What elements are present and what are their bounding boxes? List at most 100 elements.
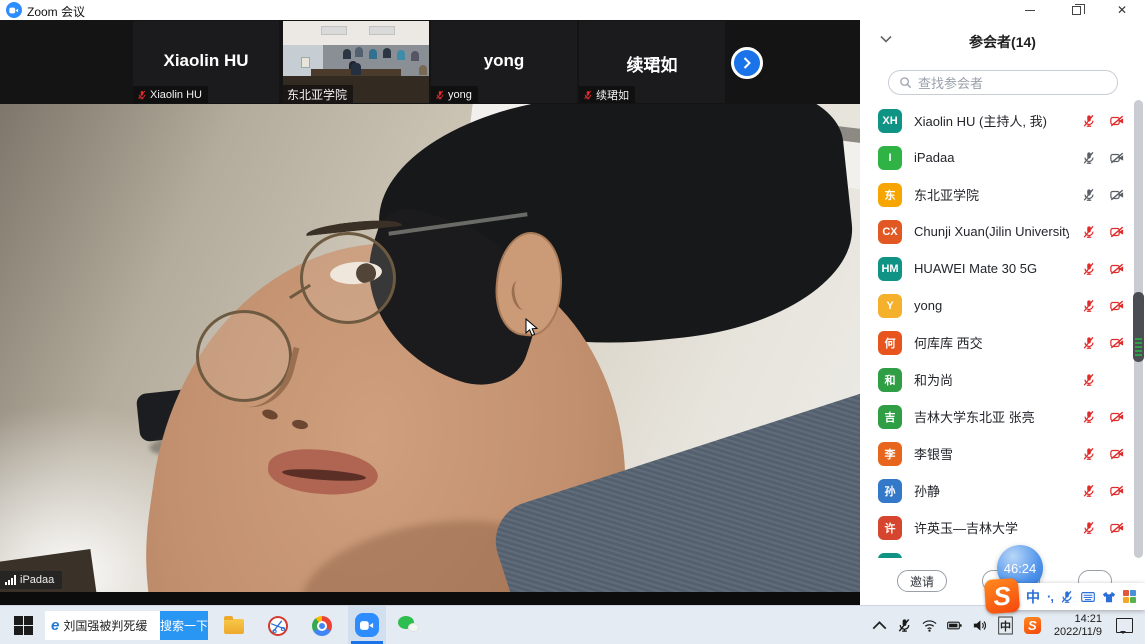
camera-status-icon <box>1109 150 1125 166</box>
tray-sogou-icon[interactable]: S <box>1024 617 1041 634</box>
participant-name: Xiaolin HU (主持人, 我) <box>914 111 1069 130</box>
ime-keyboard-icon[interactable] <box>1081 590 1095 604</box>
participant-name: 何库库 西交 <box>914 333 1069 352</box>
participant-row[interactable]: XH Xiaolin HU (主持人, 我) <box>860 102 1145 139</box>
taskbar-search-box[interactable]: e 刘国强被判死缓 搜索一下 <box>45 611 208 640</box>
restore-button[interactable] <box>1053 0 1099 20</box>
mic-muted-icon <box>137 89 147 101</box>
snipping-tool-icon[interactable] <box>266 614 290 638</box>
wall-frame <box>301 57 310 68</box>
video-letterbox <box>0 592 860 605</box>
search-placeholder: 查找参会者 <box>918 73 983 92</box>
close-button[interactable]: ✕ <box>1099 0 1145 20</box>
avatar: Y <box>878 294 902 318</box>
participant-name: 和为尚 <box>914 370 1069 389</box>
participant-row[interactable]: 吉 吉林大学东北亚 张亮 <box>860 398 1145 435</box>
presenter <box>351 63 361 75</box>
video-thumbnail-strip: Xiaolin HU Xiaolin HU 东北 <box>0 20 860 104</box>
avatar: HM <box>878 257 902 281</box>
avatar: 和 <box>878 368 902 392</box>
mic-status-icon <box>1081 520 1097 536</box>
start-button[interactable] <box>14 616 33 635</box>
avatar: I <box>878 146 902 170</box>
participant-row[interactable]: 许 许英玉—吉林大学 <box>860 509 1145 546</box>
tile-display-name: 续珺如 <box>579 51 725 76</box>
invite-button[interactable]: 邀请 <box>897 570 947 592</box>
mic-status-icon <box>1081 446 1097 462</box>
seated-person <box>355 47 363 57</box>
participant-row[interactable]: 东 东北亚学院 <box>860 176 1145 213</box>
seated-person <box>419 65 427 75</box>
mic-status-icon <box>1081 113 1097 129</box>
video-tile-xujunru[interactable]: 续珺如 续珺如 <box>579 21 725 103</box>
file-explorer-icon[interactable] <box>222 614 246 638</box>
main-video-feed: iPadaa <box>0 104 860 592</box>
zoom-app-icon <box>355 613 379 637</box>
tray-input-language[interactable]: 中 <box>998 617 1012 635</box>
sogou-ime-logo[interactable]: S <box>984 578 1020 614</box>
video-tile-xiaolin-hu[interactable]: Xiaolin HU Xiaolin HU <box>133 21 279 103</box>
mic-status-icon <box>1081 187 1097 203</box>
action-center-icon[interactable] <box>1116 618 1133 633</box>
clock-time: 14:21 <box>1054 613 1102 626</box>
ime-language-indicator[interactable]: 中 <box>1026 587 1040 607</box>
chrome-icon[interactable] <box>310 614 334 638</box>
avatar: 何 <box>878 331 902 355</box>
ime-skin-icon[interactable] <box>1102 590 1116 604</box>
tray-mic-icon[interactable] <box>897 618 912 633</box>
participant-row[interactable]: HM HUAWEI Mate 30 5G <box>860 250 1145 287</box>
tray-expand-icon[interactable] <box>872 618 887 633</box>
tray-battery-icon[interactable] <box>947 618 962 633</box>
ime-mic-icon[interactable] <box>1060 590 1074 604</box>
ime-toolbar[interactable]: 中 ·, <box>1008 583 1145 610</box>
tray-volume-icon[interactable] <box>972 618 987 633</box>
taskbar-clock[interactable]: 14:21 2022/11/9 <box>1054 613 1102 639</box>
tile-display-name: Xiaolin HU <box>133 51 279 71</box>
tile-display-name: yong <box>431 51 577 71</box>
ime-toolbox-icon[interactable] <box>1123 590 1136 603</box>
mic-status-icon <box>1081 409 1097 425</box>
participant-row[interactable]: I iPadaa <box>860 139 1145 176</box>
tile-name-label: Xiaolin HU <box>133 86 208 103</box>
minimize-button[interactable] <box>1007 0 1053 20</box>
ime-punctuation-icon[interactable]: ·, <box>1047 589 1053 604</box>
video-tile-classroom[interactable]: 东北亚学院 <box>283 21 429 103</box>
tile-name-label: yong <box>431 86 478 103</box>
ceiling-light <box>321 26 347 35</box>
avatar: CX <box>878 220 902 244</box>
clock-date: 2022/11/9 <box>1054 626 1102 639</box>
panel-scrollbar-thumb[interactable] <box>1133 292 1144 362</box>
participant-row[interactable]: 李 李银雪 <box>860 435 1145 472</box>
browser-e-icon: e <box>51 617 59 634</box>
participants-panel: 参会者(14) 查找参会者 XH Xiaolin HU (主持人, 我) I i… <box>860 20 1145 605</box>
zoom-taskbar-button[interactable] <box>348 606 386 644</box>
ceiling-light <box>369 26 395 35</box>
mic-muted-icon <box>583 89 593 101</box>
participant-name: 东北亚学院 <box>914 185 1069 204</box>
participant-list: XH Xiaolin HU (主持人, 我) I iPadaa 东 东北亚学院 … <box>860 102 1145 558</box>
camera-status-icon <box>1109 335 1125 351</box>
participant-row[interactable]: Y yong <box>860 287 1145 324</box>
search-icon <box>899 76 912 89</box>
seated-person <box>411 51 419 61</box>
wechat-icon[interactable] <box>397 614 421 638</box>
mic-status-icon <box>1081 335 1097 351</box>
participant-row[interactable]: CX Chunji Xuan(Jilin University) <box>860 213 1145 250</box>
next-page-button[interactable] <box>731 47 763 79</box>
zoom-app-window: Zoom 会议 ✕ Xiaolin HU Xiaolin HU <box>0 0 1145 644</box>
participant-row[interactable]: 何 何库库 西交 <box>860 324 1145 361</box>
search-participants-input[interactable]: 查找参会者 <box>888 70 1118 95</box>
panel-title: 参会者(14) <box>860 32 1145 52</box>
participant-name: 吉林大学东北亚 张亮 <box>914 407 1069 426</box>
taskbar-search-go-button[interactable]: 搜索一下 <box>160 611 208 640</box>
camera-status-icon <box>1109 113 1125 129</box>
avatar: 东 <box>878 183 902 207</box>
participant-row[interactable]: 孙 孙静 <box>860 472 1145 509</box>
seated-person <box>369 49 377 59</box>
participant-row[interactable]: 和 和为尚 <box>860 361 1145 398</box>
video-tile-yong[interactable]: yong yong <box>431 21 577 103</box>
camera-status-icon <box>1109 298 1125 314</box>
tray-wifi-icon[interactable] <box>922 618 937 633</box>
seated-person <box>343 49 351 59</box>
participant-name: 孙静 <box>914 481 1069 500</box>
